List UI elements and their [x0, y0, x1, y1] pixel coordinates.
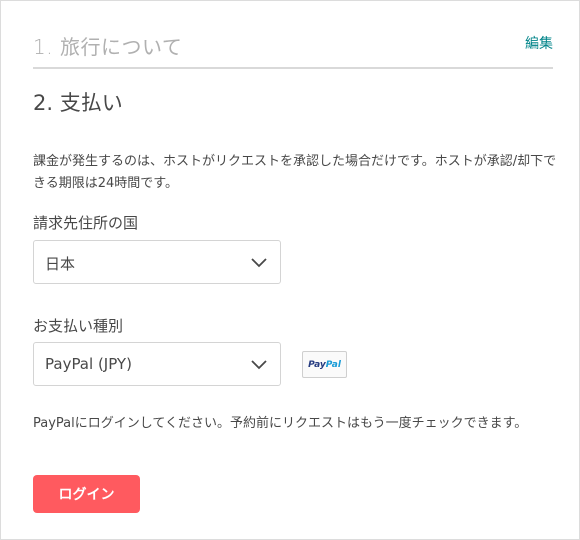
step1-title: 1. 旅行について — [33, 35, 183, 59]
paypal-logo: Pay Pal — [302, 351, 347, 378]
payment-type-select[interactable]: PayPal (JPY) — [33, 342, 281, 386]
edit-link[interactable]: 編集 — [525, 33, 553, 53]
chevron-down-icon — [251, 360, 267, 370]
charge-notice: 課金が発生するのは、ホストがリクエストを承認した場合だけです。ホストが承認/却下… — [33, 154, 557, 191]
login-button[interactable]: ログイン — [33, 475, 140, 513]
step1-header: 1. 旅行について 編集 — [33, 29, 553, 69]
billing-country-select[interactable]: 日本 — [33, 240, 281, 284]
paypal-logo-pal: Pal — [325, 359, 341, 370]
payment-type-label: お支払い種別 — [33, 317, 124, 335]
billing-country-value: 日本 — [45, 255, 76, 273]
step2-title: 2. 支払い — [33, 91, 123, 115]
paypal-logo-pay: Pay — [308, 359, 326, 370]
payment-type-value: PayPal (JPY) — [45, 355, 132, 373]
chevron-down-icon — [251, 258, 267, 268]
paypal-note: PayPalにログインしてください。予約前にリクエストはもう一度チェックできます… — [33, 416, 528, 431]
payment-panel: 1. 旅行について 編集 2. 支払い 課金が発生するのは、ホストがリクエストを… — [0, 0, 580, 540]
billing-country-label: 請求先住所の国 — [33, 214, 139, 232]
